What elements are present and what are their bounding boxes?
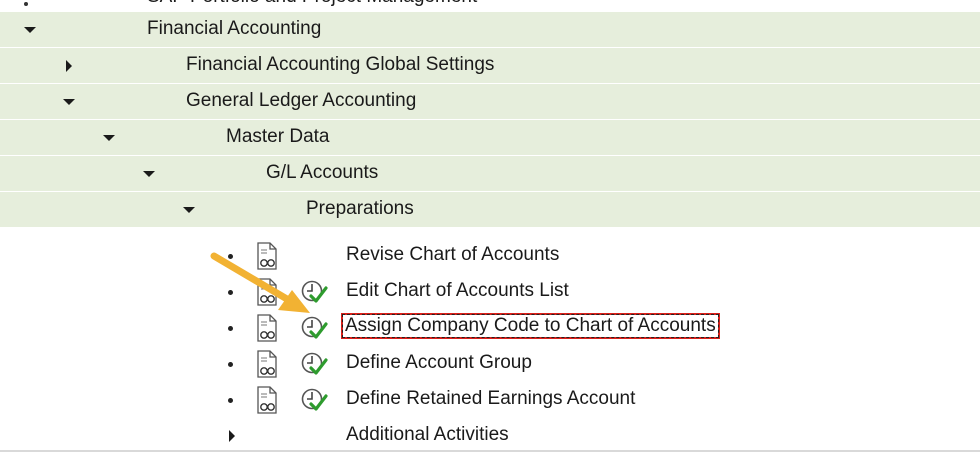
tree-node-label: Preparations [306,198,414,219]
documentation-icon[interactable] [255,386,279,414]
execute-clock-check-icon[interactable] [300,387,328,413]
tree-node-label: Define Account Group [346,352,532,373]
tree-node-label: G/L Accounts [266,162,379,183]
tree-node-assign-company-code[interactable]: Assign Company Code to Chart of Accounts [0,310,980,346]
tree-node-label: Master Data [226,126,330,147]
tree-node-gl-accounts[interactable]: G/L Accounts [0,156,980,192]
execute-clock-check-icon[interactable] [300,351,328,377]
tree-node-edit-chart-of-accounts-list[interactable]: Edit Chart of Accounts List [0,274,980,310]
tree-node-label: Edit Chart of Accounts List [346,280,569,301]
collapse-triangle-icon[interactable] [226,418,240,454]
tree-node-master-data[interactable]: Master Data [0,120,980,156]
tree-node-preparations[interactable]: Preparations [0,192,980,228]
tree-node-financial-accounting[interactable]: Financial Accounting [0,12,980,48]
tree-bullet [228,362,233,367]
tree-node-revise-chart-of-accounts[interactable]: Revise Chart of Accounts [0,238,980,274]
tree-node-label: Define Retained Earnings Account [346,388,636,409]
divider [0,450,980,452]
partial-top-row: SAP Portfolio and Project Management [0,0,980,12]
tree-node-define-retained-earnings-account[interactable]: Define Retained Earnings Account [0,382,980,418]
tree-node-label: Financial Accounting [147,18,322,39]
tree-node-label-selected: Assign Company Code to Chart of Accounts [342,314,719,338]
expand-triangle-icon[interactable] [24,12,38,48]
partial-top-label: SAP Portfolio and Project Management [147,0,477,8]
tree-node-define-account-group[interactable]: Define Account Group [0,346,980,382]
tree-node-label: Financial Accounting Global Settings [186,54,495,75]
collapse-triangle-icon[interactable] [63,48,77,84]
tree-node-label: Additional Activities [346,424,509,445]
tree-bullet [24,2,28,6]
expand-triangle-icon[interactable] [183,192,197,228]
documentation-icon[interactable] [255,350,279,378]
tree-node-label: Revise Chart of Accounts [346,244,560,265]
expand-triangle-icon[interactable] [103,120,117,156]
tree-node-label: General Ledger Accounting [186,90,417,111]
tree-node-general-ledger-accounting[interactable]: General Ledger Accounting [0,84,980,120]
tree-bullet [228,398,233,403]
expand-triangle-icon[interactable] [63,84,77,120]
expand-triangle-icon[interactable] [143,156,157,192]
tree-node-additional-activities[interactable]: Additional Activities [0,418,980,454]
tree-node-fa-global-settings[interactable]: Financial Accounting Global Settings [0,48,980,84]
annotation-arrow-icon [210,252,310,313]
